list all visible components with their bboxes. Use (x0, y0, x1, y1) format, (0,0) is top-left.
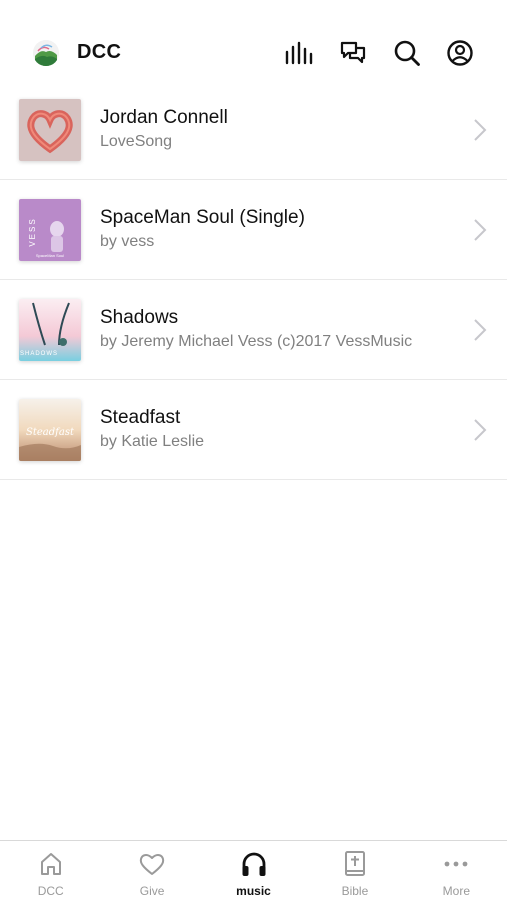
tab-label: Bible (341, 884, 369, 898)
chevron-right-icon (474, 319, 487, 341)
search-icon[interactable] (392, 38, 422, 68)
tab-label: More (442, 884, 470, 898)
tab-more[interactable]: More (406, 841, 507, 900)
artwork-text: SHADOWS (20, 351, 58, 357)
tab-label: Give (139, 884, 165, 898)
more-dots-icon (441, 849, 471, 879)
shadows-artwork: SHADOWS (19, 299, 81, 361)
home-icon (36, 849, 66, 879)
app-title: DCC (77, 41, 122, 63)
artwork-text: VESS (28, 217, 37, 246)
song-title: Shadows (100, 307, 179, 328)
app-logo[interactable] (33, 40, 59, 66)
song-title: Steadfast (100, 407, 181, 428)
music-list: Jordan Connell LoveSong VESS SpaceMan So… (0, 80, 507, 480)
tab-label: music (236, 884, 271, 898)
song-subtitle: by Katie Leslie (100, 433, 205, 450)
app-header: DCC (0, 0, 507, 92)
spaceman-artwork: VESS SpaceMan Soul (19, 199, 81, 261)
profile-icon[interactable] (445, 38, 475, 68)
chevron-right-icon (474, 119, 487, 141)
artwork-text: Steadfast (26, 427, 75, 438)
bible-icon (340, 849, 370, 879)
headphones-icon (239, 849, 269, 879)
logo-graphic (33, 40, 59, 66)
tab-give[interactable]: Give (101, 841, 202, 900)
song-subtitle: by vess (100, 233, 155, 250)
list-item[interactable]: Jordan Connell LoveSong (0, 80, 507, 180)
bottom-tab-bar: DCC Give music Bible More (0, 840, 507, 900)
heart-artwork (19, 99, 81, 161)
steadfast-artwork: Steadfast (19, 399, 81, 461)
tab-label: DCC (37, 884, 64, 898)
chevron-right-icon (474, 419, 487, 441)
heart-icon (137, 849, 167, 879)
song-subtitle: by Jeremy Michael Vess (c)2017 VessMusic (100, 333, 413, 350)
song-title: Jordan Connell (100, 107, 228, 128)
chat-icon[interactable] (338, 38, 368, 68)
tab-bible[interactable]: Bible (304, 841, 405, 900)
equalizer-icon[interactable] (284, 38, 314, 68)
artwork-text: SpaceMan Soul (36, 253, 64, 258)
tab-dcc[interactable]: DCC (0, 841, 101, 900)
song-subtitle: LoveSong (100, 133, 173, 150)
list-item[interactable]: Steadfast Steadfast by Katie Leslie (0, 380, 507, 480)
list-item[interactable]: VESS SpaceMan Soul SpaceMan Soul (Single… (0, 180, 507, 280)
chevron-right-icon (474, 219, 487, 241)
tab-music[interactable]: music (203, 841, 304, 900)
song-title: SpaceMan Soul (Single) (100, 207, 305, 228)
list-item[interactable]: SHADOWS Shadows by Jeremy Michael Vess (… (0, 280, 507, 380)
